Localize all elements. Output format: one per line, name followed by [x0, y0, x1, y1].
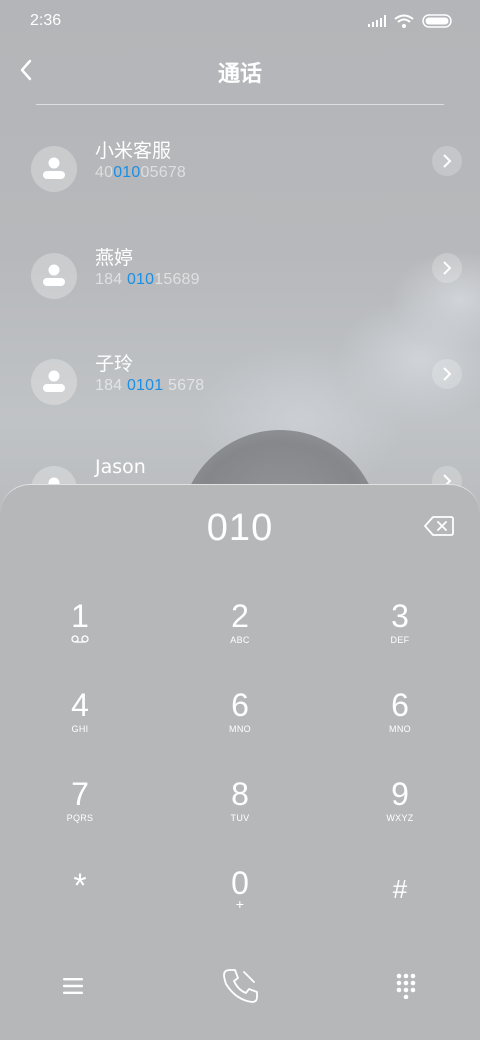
dialpad-panel: 010 1 2 ABC 3 DEF 4 GHI 6 MNO 6 MNO 7 PQ…: [0, 484, 480, 1040]
key-digit: *: [73, 867, 87, 905]
key-digit: 6: [231, 687, 249, 723]
dial-key-star[interactable]: *: [20, 869, 140, 949]
chevron-right-icon[interactable]: [432, 253, 462, 283]
backspace-icon[interactable]: [424, 515, 454, 539]
contact-number: 4001005678: [95, 164, 186, 182]
key-letters: TUV: [230, 813, 250, 823]
contact-name: Jason: [95, 456, 146, 478]
key-digit: 8: [231, 776, 249, 812]
phone-call-icon[interactable]: [210, 963, 270, 1009]
keypad-icon[interactable]: [376, 963, 436, 1009]
battery-icon: [422, 14, 452, 28]
key-digit: 6: [391, 687, 409, 723]
avatar: [31, 253, 77, 299]
contact-number: 184 01015689: [95, 271, 200, 289]
contact-number: 184 0101 5678: [95, 377, 204, 395]
number-suffix: 05678: [140, 164, 186, 181]
signal-icon: [368, 15, 386, 27]
contact-row[interactable]: 燕婷 184 01015689: [0, 243, 480, 323]
dial-key-2[interactable]: 2 ABC: [180, 599, 300, 679]
chevron-right-icon[interactable]: [432, 146, 462, 176]
key-letters: GHI: [71, 724, 89, 734]
person-icon: [43, 157, 65, 179]
page-title: 通话: [217, 62, 262, 87]
person-icon: [43, 264, 65, 286]
key-digit: 1: [71, 598, 89, 634]
number-suffix: 5678: [163, 377, 205, 394]
number-prefix: 40: [95, 164, 114, 181]
voicemail-icon: [20, 635, 140, 645]
key-digit: #: [392, 874, 408, 904]
contact-row[interactable]: 子玲 184 0101 5678: [0, 349, 480, 429]
key-letters: MNO: [229, 724, 251, 734]
key-digit: 3: [391, 598, 409, 634]
key-digit: 7: [71, 776, 89, 812]
dial-key-1[interactable]: 1: [20, 599, 140, 679]
dial-key-3[interactable]: 3 DEF: [340, 599, 460, 679]
person-icon: [43, 370, 65, 392]
dial-key-4[interactable]: 4 GHI: [20, 688, 140, 768]
wifi-icon: [394, 14, 414, 28]
number-prefix: 184: [95, 271, 127, 288]
contact-row[interactable]: 小米客服 4001005678: [0, 136, 480, 216]
chevron-right-icon[interactable]: [432, 359, 462, 389]
status-time: 2:36: [30, 12, 62, 29]
menu-icon[interactable]: [43, 963, 103, 1009]
contact-name: 子玲: [95, 353, 134, 375]
dial-key-hash[interactable]: #: [340, 872, 460, 952]
status-bar: 2:36: [0, 0, 480, 42]
header-divider: [36, 104, 444, 105]
avatar: [31, 146, 77, 192]
dialed-number: 010: [206, 507, 274, 549]
key-letters: +: [235, 896, 245, 912]
number-match: 0101: [126, 377, 164, 394]
dial-key-0[interactable]: 0 +: [180, 866, 300, 946]
key-digit: 2: [231, 598, 249, 634]
number-suffix: 15689: [154, 271, 200, 288]
dial-key-8[interactable]: 8 TUV: [180, 777, 300, 857]
number-match: 010: [113, 164, 141, 181]
dial-key-9[interactable]: 9 WXYZ: [340, 777, 460, 857]
dial-key-6[interactable]: 6 MNO: [340, 688, 460, 768]
key-letters: DEF: [390, 635, 410, 645]
key-digit: 4: [71, 687, 89, 723]
contact-name: 小米客服: [95, 140, 172, 162]
key-letters: PQRS: [66, 813, 94, 823]
status-icons: [368, 14, 452, 28]
number-prefix: 184: [95, 377, 127, 394]
contact-name: 燕婷: [95, 247, 134, 269]
key-letters: WXYZ: [386, 813, 414, 823]
key-digit: 0: [231, 865, 249, 901]
dial-key-5[interactable]: 6 MNO: [180, 688, 300, 768]
key-letters: ABC: [230, 635, 250, 645]
number-match: 010: [126, 271, 155, 288]
key-letters: MNO: [389, 724, 411, 734]
avatar: [31, 359, 77, 405]
top-bar: 通话: [0, 46, 480, 96]
key-digit: 9: [391, 776, 409, 812]
dial-key-7[interactable]: 7 PQRS: [20, 777, 140, 857]
